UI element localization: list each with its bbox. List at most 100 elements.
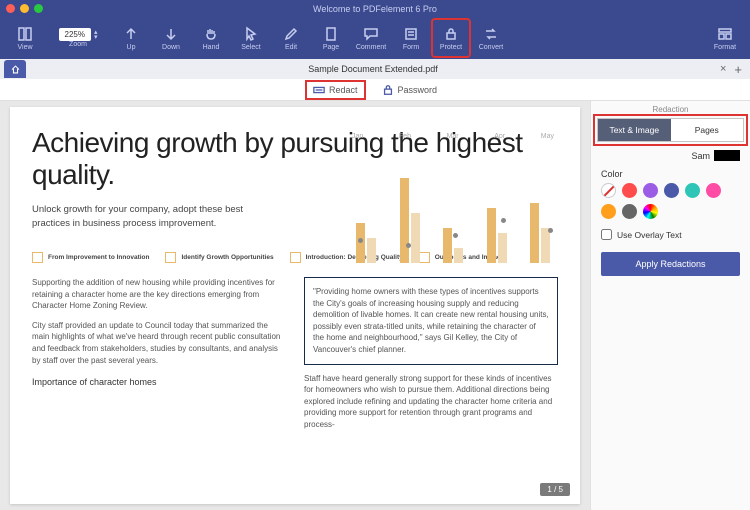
color-swatch[interactable] bbox=[622, 183, 637, 198]
password-label: Password bbox=[398, 85, 438, 95]
feature-a: From Improvement to Innovation bbox=[48, 254, 149, 261]
view-icon bbox=[17, 26, 33, 42]
chart-line-point bbox=[406, 243, 411, 248]
redact-button[interactable]: Redact bbox=[307, 82, 364, 98]
color-swatch[interactable] bbox=[706, 183, 721, 198]
overlay-label: Use Overlay Text bbox=[617, 230, 682, 240]
down-label: Down bbox=[162, 44, 180, 51]
chart-month-label: May bbox=[541, 133, 554, 140]
edit-icon bbox=[283, 26, 299, 42]
color-swatch[interactable] bbox=[643, 183, 658, 198]
overlay-checkbox[interactable] bbox=[601, 229, 612, 240]
form-tool[interactable]: Form bbox=[392, 19, 430, 57]
zoom-label: Zoom bbox=[69, 41, 87, 48]
redact-icon bbox=[313, 84, 325, 96]
document-viewport[interactable]: Achieving growth by pursuing the highest… bbox=[0, 101, 590, 510]
color-swatch[interactable] bbox=[664, 183, 679, 198]
document-page: Achieving growth by pursuing the highest… bbox=[10, 107, 580, 504]
titlebar: Welcome to PDFelement 6 Pro bbox=[0, 0, 750, 17]
chart-line-point bbox=[453, 233, 458, 238]
down-arrow-icon bbox=[163, 26, 179, 42]
chart-month-label: Apr bbox=[494, 133, 505, 140]
close-tab-icon[interactable]: × bbox=[716, 63, 730, 75]
window-close[interactable] bbox=[6, 4, 15, 13]
feature-b: Identify Growth Opportunities bbox=[181, 254, 273, 261]
page-indicator: 1 / 5 bbox=[540, 483, 570, 496]
chart-bar-group bbox=[485, 208, 509, 263]
col1-p2: City staff provided an update to Council… bbox=[32, 320, 286, 366]
chart-month-label: Jan bbox=[352, 133, 363, 140]
color-swatches bbox=[591, 183, 750, 227]
form-label: Form bbox=[403, 44, 419, 51]
tab-text-image[interactable]: Text & Image bbox=[598, 119, 671, 141]
color-picker-icon[interactable] bbox=[643, 204, 658, 219]
protect-subbar: Redact Password bbox=[0, 79, 750, 101]
add-tab-icon[interactable]: + bbox=[730, 62, 746, 77]
zoom-value: 225% bbox=[59, 28, 91, 41]
protect-label: Protect bbox=[440, 44, 462, 51]
feature-icon bbox=[32, 252, 43, 263]
edit-tool[interactable]: Edit bbox=[272, 19, 310, 57]
window-minimize[interactable] bbox=[20, 4, 29, 13]
redaction-panel: Redaction Text & Image Pages Sam Color U… bbox=[590, 101, 750, 510]
feature-icon bbox=[165, 252, 176, 263]
quote-box: "Providing home owners with these types … bbox=[304, 277, 558, 365]
convert-label: Convert bbox=[479, 44, 504, 51]
view-tool[interactable]: View bbox=[6, 19, 44, 57]
feature-icon bbox=[290, 252, 301, 263]
col2-p: Staff have heard generally strong suppor… bbox=[304, 373, 558, 431]
tab-strip: Sample Document Extended.pdf × + bbox=[0, 59, 750, 79]
redaction-mode-tabs: Text & Image Pages bbox=[597, 118, 744, 142]
page-tool[interactable]: Page bbox=[312, 19, 350, 57]
color-none[interactable] bbox=[601, 183, 616, 198]
col1-p1: Supporting the addition of new housing w… bbox=[32, 277, 286, 312]
lock-icon bbox=[443, 26, 459, 42]
panel-title: Redaction bbox=[591, 101, 750, 116]
main-toolbar: View 225% ▴▾ Zoom Up Down Hand Select E bbox=[0, 17, 750, 59]
format-label: Format bbox=[714, 44, 736, 51]
format-tool[interactable]: Format bbox=[706, 19, 744, 57]
chart-line-point bbox=[358, 238, 363, 243]
redact-label: Redact bbox=[329, 85, 358, 95]
page-icon bbox=[323, 26, 339, 42]
overlay-checkbox-row[interactable]: Use Overlay Text bbox=[591, 227, 750, 250]
apply-redactions-button[interactable]: Apply Redactions bbox=[601, 252, 740, 276]
home-tab[interactable] bbox=[4, 60, 26, 78]
file-tab[interactable]: Sample Document Extended.pdf bbox=[30, 64, 716, 74]
doc-chart: JanFebMarAprMay bbox=[348, 133, 558, 263]
select-tool[interactable]: Select bbox=[232, 19, 270, 57]
convert-tool[interactable]: Convert bbox=[472, 19, 510, 57]
app-title: Welcome to PDFelement 6 Pro bbox=[313, 4, 437, 14]
form-icon bbox=[403, 26, 419, 42]
zoom-stepper[interactable]: ▴▾ bbox=[94, 30, 98, 40]
hand-icon bbox=[203, 26, 219, 42]
window-maximize[interactable] bbox=[34, 4, 43, 13]
chart-month-label: Feb bbox=[399, 133, 411, 140]
up-tool[interactable]: Up bbox=[112, 19, 150, 57]
tab-pages[interactable]: Pages bbox=[671, 119, 744, 141]
edit-label: Edit bbox=[285, 44, 297, 51]
down-tool[interactable]: Down bbox=[152, 19, 190, 57]
sample-label: Sam bbox=[691, 151, 710, 161]
hand-label: Hand bbox=[203, 44, 220, 51]
color-swatch[interactable] bbox=[622, 204, 637, 219]
hand-tool[interactable]: Hand bbox=[192, 19, 230, 57]
protect-tool[interactable]: Protect bbox=[432, 19, 470, 57]
up-label: Up bbox=[127, 44, 136, 51]
comment-icon bbox=[363, 26, 379, 42]
color-swatch[interactable] bbox=[685, 183, 700, 198]
chart-line-point bbox=[501, 218, 506, 223]
view-label: View bbox=[17, 44, 32, 51]
zoom-tool[interactable]: 225% ▴▾ Zoom bbox=[46, 19, 110, 57]
doc-lead: Unlock growth for your company, adopt th… bbox=[32, 203, 282, 230]
select-label: Select bbox=[241, 44, 260, 51]
password-button[interactable]: Password bbox=[376, 82, 444, 98]
format-icon bbox=[717, 26, 733, 42]
comment-tool[interactable]: Comment bbox=[352, 19, 390, 57]
page-label: Page bbox=[323, 44, 339, 51]
chart-bar-group bbox=[398, 178, 422, 263]
chart-line-point bbox=[548, 228, 553, 233]
col1-h3: Importance of character homes bbox=[32, 376, 286, 389]
color-swatch[interactable] bbox=[601, 204, 616, 219]
color-label: Color bbox=[591, 163, 750, 183]
